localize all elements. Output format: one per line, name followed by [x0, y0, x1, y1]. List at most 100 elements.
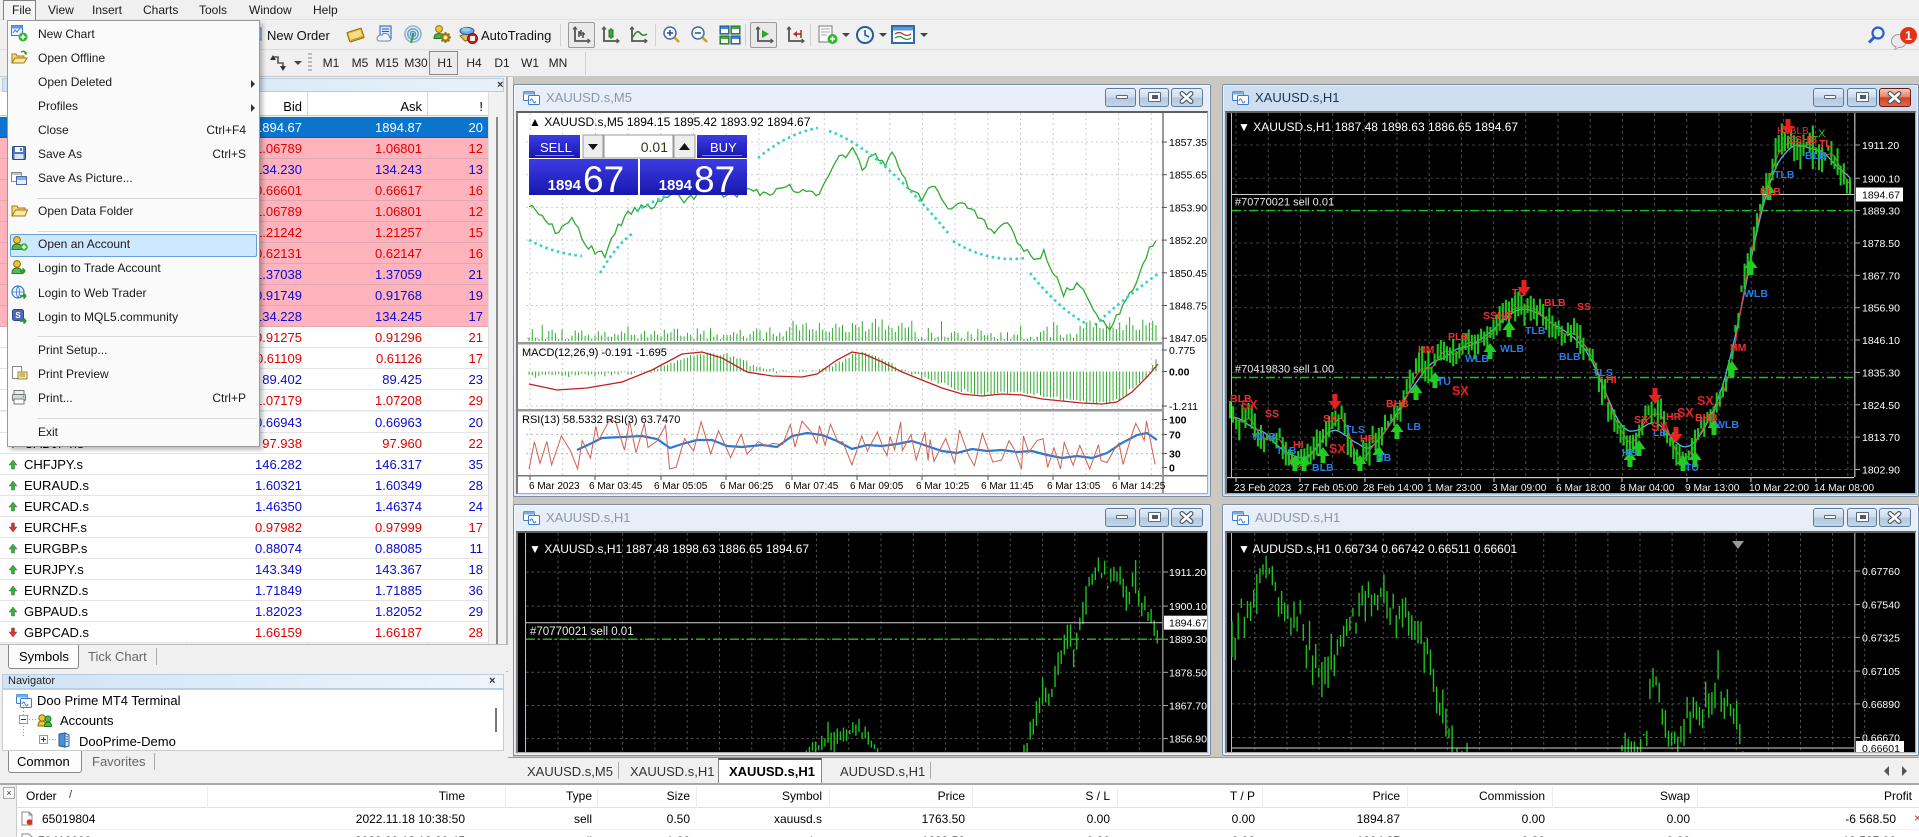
svg-text:6 Mar 18:00: 6 Mar 18:00	[1556, 483, 1611, 494]
svg-text:▼ AUDUSD.s,H1 0.66734 0.66742: ▼ AUDUSD.s,H1 0.66734 0.66742 0.66511 0.…	[1238, 542, 1518, 556]
svg-text:SX: SX	[1329, 442, 1346, 456]
svg-text:MACD(12,26,9) -0.191 -1.695: MACD(12,26,9) -0.191 -1.695	[522, 347, 667, 359]
svg-text:1850.45: 1850.45	[1169, 268, 1207, 280]
svg-text:0.00: 0.00	[1169, 367, 1190, 379]
svg-text:6 Mar 11:45: 6 Mar 11:45	[981, 481, 1034, 492]
svg-text:HR: HR	[1360, 433, 1376, 445]
svg-text:SX: SX	[1651, 420, 1668, 434]
svg-text:6 Mar 2023: 6 Mar 2023	[529, 481, 580, 492]
svg-text:HI: HI	[1606, 374, 1617, 386]
svg-text:1852.20: 1852.20	[1169, 235, 1207, 247]
svg-text:1911.20: 1911.20	[1862, 140, 1899, 152]
svg-text:1894.67: 1894.67	[1862, 190, 1900, 202]
svg-text:BLB: BLB	[1805, 150, 1827, 162]
svg-text:0.67325: 0.67325	[1862, 632, 1900, 644]
svg-text:6 Mar 14:25: 6 Mar 14:25	[1112, 481, 1166, 492]
svg-text:#70770021 sell 0.01: #70770021 sell 0.01	[1235, 197, 1334, 209]
svg-text:87: 87	[694, 159, 735, 200]
svg-text:6 Mar 06:25: 6 Mar 06:25	[720, 481, 774, 492]
svg-text:PLB: PLB	[1448, 331, 1469, 343]
svg-text:3 Mar 09:00: 3 Mar 09:00	[1492, 483, 1547, 494]
svg-text:1846.10: 1846.10	[1862, 335, 1900, 347]
svg-text:WLB: WLB	[1744, 288, 1768, 300]
svg-text:6 Mar 05:05: 6 Mar 05:05	[654, 481, 708, 492]
svg-text:1856.90: 1856.90	[1169, 734, 1207, 746]
svg-text:6 Mar 07:45: 6 Mar 07:45	[785, 481, 839, 492]
svg-text:TL: TL	[1512, 287, 1525, 299]
svg-text:1856.90: 1856.90	[1862, 303, 1900, 315]
svg-text:1867.70: 1867.70	[1169, 701, 1207, 713]
svg-text:1835.30: 1835.30	[1862, 367, 1900, 379]
svg-text:1853.90: 1853.90	[1169, 202, 1207, 214]
svg-text:8 Mar 04:00: 8 Mar 04:00	[1620, 483, 1675, 494]
svg-text:1878.50: 1878.50	[1169, 667, 1207, 679]
svg-text:9 Mar 13:00: 9 Mar 13:00	[1685, 483, 1740, 494]
svg-text:SX: SX	[1323, 413, 1337, 425]
svg-text:TLB: TLB	[1525, 325, 1546, 337]
svg-text:70: 70	[1169, 429, 1181, 441]
svg-text:SX: SX	[1677, 406, 1694, 420]
svg-text:HB: HB	[1622, 447, 1638, 459]
svg-text:WLB: WLB	[1252, 431, 1276, 443]
svg-text:6 Mar 03:45: 6 Mar 03:45	[589, 481, 643, 492]
svg-text:PLB: PLB	[1760, 186, 1781, 198]
svg-text:SSHB: SSHB	[1483, 310, 1513, 322]
svg-text:6 Mar 09:05: 6 Mar 09:05	[850, 481, 904, 492]
svg-text:1900.10: 1900.10	[1862, 173, 1900, 185]
svg-text:23 Feb 2023: 23 Feb 2023	[1234, 483, 1292, 494]
svg-text:▼ XAUUSD.s,H1 1887.48 1898.63: ▼ XAUUSD.s,H1 1887.48 1898.63 1886.65 18…	[1238, 120, 1518, 134]
svg-text:RSI(13) 58.5332 RSI(3) 63.747: RSI(13) 58.5332 RSI(3) 63.7470	[522, 414, 680, 426]
svg-text:BUY: BUY	[710, 140, 737, 155]
svg-text:10 Mar 22:00: 10 Mar 22:00	[1749, 483, 1809, 494]
svg-text:27 Feb 05:00: 27 Feb 05:00	[1298, 483, 1358, 494]
svg-text:1889.30: 1889.30	[1169, 634, 1207, 646]
svg-text:SX: SX	[1241, 398, 1258, 412]
svg-text:0.67760: 0.67760	[1862, 566, 1900, 578]
svg-text:WLB: WLB	[1500, 343, 1524, 355]
svg-text:0.66890: 0.66890	[1862, 699, 1900, 711]
svg-text:SS: SS	[1265, 408, 1279, 420]
svg-text:LB: LB	[1407, 421, 1421, 433]
svg-text:HI: HI	[1293, 439, 1304, 451]
svg-text:1867.70: 1867.70	[1862, 270, 1900, 282]
svg-text:30: 30	[1169, 449, 1181, 461]
svg-text:SX: SX	[1634, 414, 1648, 426]
svg-text:1847.05: 1847.05	[1169, 333, 1207, 345]
svg-text:-1.211: -1.211	[1169, 401, 1198, 413]
svg-text:▼ XAUUSD.s,H1 1887.48 1898.63: ▼ XAUUSD.s,H1 1887.48 1898.63 1886.65 18…	[529, 542, 809, 556]
svg-text:LX: LX	[1812, 128, 1826, 140]
svg-text:1802.90: 1802.90	[1862, 465, 1900, 477]
svg-text:▲ XAUUSD.s,M5 1894.15 1895.42: ▲ XAUUSD.s,M5 1894.15 1895.42 1893.92 18…	[529, 115, 811, 129]
svg-text:SX: SX	[1697, 394, 1714, 408]
svg-text:TU: TU	[1685, 462, 1699, 474]
svg-text:HI BLB: HI BLB	[1777, 126, 1809, 137]
svg-text:1894: 1894	[659, 177, 693, 194]
svg-text:0.67105: 0.67105	[1862, 666, 1900, 678]
svg-text:#70770021 sell 0.01: #70770021 sell 0.01	[530, 626, 634, 638]
svg-text:BHB: BHB	[1386, 398, 1409, 410]
svg-text:BLB: BLB	[1559, 351, 1581, 363]
svg-text:HM: HM	[1418, 344, 1435, 356]
svg-text:0.01: 0.01	[641, 139, 668, 155]
svg-text:1878.50: 1878.50	[1862, 238, 1900, 250]
svg-text:1889.30: 1889.30	[1862, 206, 1900, 218]
svg-text:1855.65: 1855.65	[1169, 170, 1207, 182]
svg-text:6 Mar 10:25: 6 Mar 10:25	[916, 481, 970, 492]
svg-text:1857.35: 1857.35	[1169, 137, 1207, 149]
svg-text:1 Mar 23:00: 1 Mar 23:00	[1427, 483, 1482, 494]
svg-text:#70419830 sell 1.00: #70419830 sell 1.00	[1235, 364, 1334, 376]
svg-text:BLB: BLB	[1312, 462, 1334, 474]
svg-text:HB: HB	[1376, 452, 1392, 464]
svg-text:1894.67: 1894.67	[1169, 618, 1207, 630]
svg-text:67: 67	[583, 159, 624, 200]
svg-text:0.775: 0.775	[1169, 345, 1195, 357]
svg-text:BLB: BLB	[1544, 297, 1566, 309]
svg-text:S: S	[15, 311, 21, 320]
svg-text:100: 100	[1169, 415, 1187, 427]
svg-text:0.66601: 0.66601	[1862, 743, 1900, 753]
svg-text:SELL: SELL	[540, 140, 572, 155]
svg-text:1824.50: 1824.50	[1862, 400, 1900, 412]
svg-text:TU: TU	[1437, 376, 1451, 388]
svg-text:0: 0	[1169, 463, 1175, 475]
svg-text:0.67540: 0.67540	[1862, 600, 1900, 612]
